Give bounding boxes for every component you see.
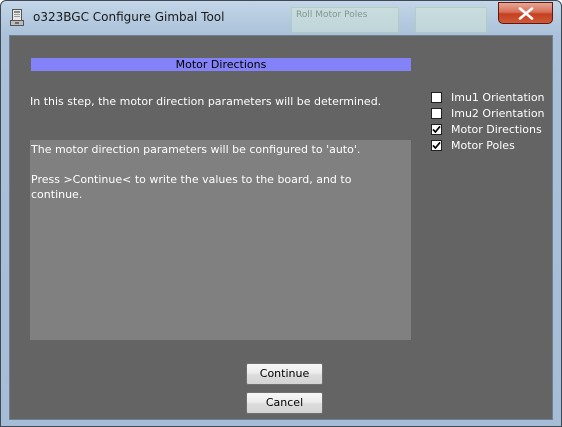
checkmark-icon — [432, 125, 441, 134]
step-label: Imu2 Orientation — [451, 107, 545, 120]
step-label: Motor Directions — [451, 123, 542, 136]
step-label: Imu1 Orientation — [451, 91, 545, 104]
continue-button[interactable]: Continue — [246, 363, 323, 385]
step-checkbox[interactable] — [431, 108, 442, 119]
cancel-button[interactable]: Cancel — [246, 392, 323, 414]
message-line: The motor direction parameters will be c… — [31, 143, 361, 156]
window-title: o323BGC Configure Gimbal Tool — [33, 10, 225, 24]
step-checkbox[interactable] — [431, 92, 442, 103]
intro-text: In this step, the motor direction parame… — [30, 95, 382, 108]
client-area: Motor Directions In this step, the motor… — [9, 35, 553, 420]
message-blank-line — [31, 157, 410, 172]
app-icon — [10, 9, 24, 26]
background-window-tab-label: Roll Motor Poles — [296, 10, 368, 20]
step-checkbox[interactable] — [431, 124, 442, 135]
message-line: continue. — [31, 188, 83, 201]
title-bar[interactable]: o323BGC Configure Gimbal Tool Roll Motor… — [1, 1, 561, 35]
background-window-tab — [415, 7, 487, 33]
section-header: Motor Directions — [31, 58, 411, 71]
message-box: The motor direction parameters will be c… — [30, 140, 411, 340]
step-label: Motor Poles — [451, 139, 515, 152]
step-checkbox[interactable] — [431, 140, 442, 151]
close-button[interactable] — [498, 2, 553, 24]
background-window-tab: Roll Motor Poles — [291, 7, 399, 33]
message-line: Press >Continue< to write the values to … — [31, 173, 352, 186]
close-icon — [518, 7, 534, 20]
checkmark-icon — [432, 141, 441, 150]
dialog-window: o323BGC Configure Gimbal Tool Roll Motor… — [0, 0, 562, 427]
